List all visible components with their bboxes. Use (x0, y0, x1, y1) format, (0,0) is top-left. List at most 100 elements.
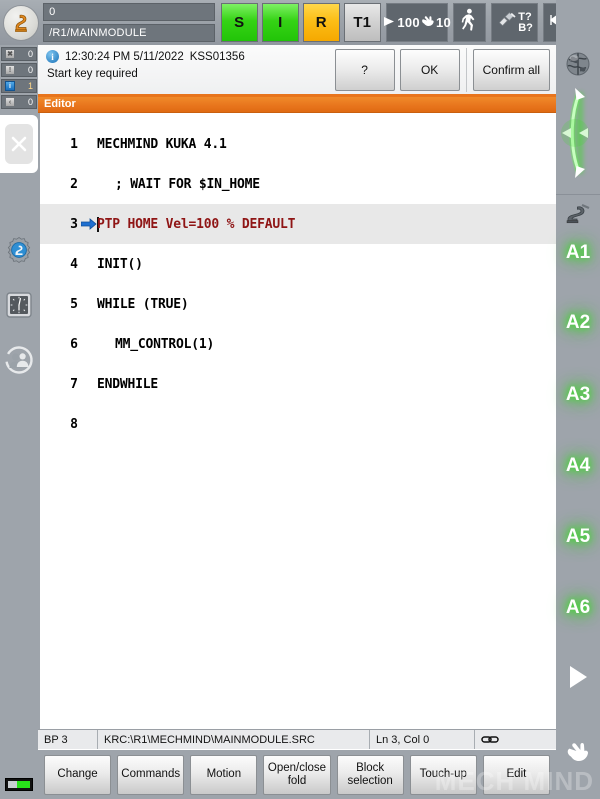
help-button[interactable]: ? (334, 48, 395, 91)
line-number: 7 (70, 376, 78, 392)
axis-a6-label: A6 (565, 597, 591, 618)
right-sidebar: A1 A2 A3 A4 A5 A6 (556, 0, 600, 799)
line-number: 4 (70, 256, 78, 272)
line-number: 8 (70, 416, 78, 432)
axis-a2-label: A2 (565, 312, 591, 333)
notification-count: 0 (27, 97, 33, 107)
left-sidebar: ✖ 0 ! 0 i 1 ‹ 0 (0, 45, 38, 799)
code-line[interactable]: 7 ENDWHILE (40, 364, 556, 404)
message-code: KSS01356 (189, 50, 245, 63)
status-i-button[interactable]: I (261, 3, 299, 42)
message-counter-notification[interactable]: ‹ 0 (1, 95, 37, 109)
axis-a1-label: A1 (565, 242, 591, 263)
code-line[interactable]: 8 (40, 404, 556, 444)
message-counter-info[interactable]: i 1 (1, 79, 37, 93)
message-content[interactable]: i 12:30:24 PM 5/11/2022 KSS01356 Start k… (38, 45, 329, 94)
users-icon (4, 345, 34, 380)
walking-man-icon (461, 8, 477, 37)
robot-settings-button[interactable] (0, 225, 38, 280)
user-group-button[interactable] (0, 335, 38, 390)
axis-a5-label: A5 (565, 526, 591, 547)
jog-hand-button[interactable] (556, 735, 600, 773)
open-close-fold-button[interactable]: Open/close fold (263, 754, 331, 795)
code-line-active[interactable]: 3 PTP HOME Vel=100 % DEFAULT (40, 204, 556, 244)
line-text: ; WAIT FOR $IN_HOME (115, 176, 260, 192)
error-count: 0 (27, 49, 33, 59)
message-counter-error[interactable]: ✖ 0 (1, 47, 37, 61)
button-divider (465, 47, 467, 92)
code-line[interactable]: 2 ; WAIT FOR $IN_HOME (40, 164, 556, 204)
line-text: MM_CONTROL(1) (115, 336, 215, 352)
base-label: B? (518, 21, 533, 34)
message-timestamp: 12:30:24 PM 5/11/2022 (65, 50, 184, 63)
tool-gripper-icon (496, 10, 516, 35)
editor-title: Editor (38, 97, 556, 113)
message-text: Start key required (47, 68, 138, 80)
message-buttons: ? OK Confirm all (329, 45, 556, 94)
jog-override-hand-icon (420, 14, 436, 32)
axis-a3-label: A3 (565, 384, 591, 405)
line-number: 6 (70, 336, 78, 352)
cursor-position-indicator: Ln 3, Col 0 (370, 730, 475, 749)
code-line[interactable]: 5 WHILE (TRUE) (40, 284, 556, 324)
message-counter-warning[interactable]: ! 0 (1, 63, 37, 77)
clock-icon (4, 290, 34, 325)
file-path-indicator: KRC:\R1\MECHMIND\MAINMODULE.SRC (98, 730, 370, 749)
status-r-button[interactable]: R (302, 3, 340, 42)
line-text: ENDWHILE (97, 376, 159, 392)
ok-button[interactable]: OK (399, 48, 460, 91)
motion-button[interactable]: Motion (190, 754, 258, 795)
clock-button[interactable] (0, 280, 38, 335)
block-selection-button[interactable]: Block selection (336, 754, 404, 795)
status-indicator-group: S I R T1 (220, 3, 381, 42)
info-icon: i (5, 81, 15, 91)
close-x-icon (5, 124, 33, 164)
play-button[interactable] (556, 660, 600, 698)
jog-override-value: 10 (435, 15, 451, 30)
confirm-all-button[interactable]: Confirm all (472, 48, 550, 91)
warning-count: 0 (27, 65, 33, 75)
operating-mode-t1-button[interactable]: T1 (343, 3, 381, 42)
chain-link-icon (475, 730, 556, 749)
breakpoint-indicator: BP 3 (38, 730, 98, 749)
kuka-logo-button[interactable] (0, 0, 41, 45)
line-text: INIT() (97, 256, 143, 272)
jog-mode-button[interactable] (452, 3, 487, 42)
status-s-button[interactable]: S (220, 3, 258, 42)
code-line[interactable]: 6 MM_CONTROL(1) (40, 324, 556, 364)
code-line[interactable]: 1 MECHMIND KUKA 4.1 (40, 124, 556, 164)
tool-label: T? (518, 10, 532, 23)
jog-coordinate-panel[interactable] (556, 45, 600, 195)
tool-base-button[interactable]: T? B? (491, 3, 539, 42)
world-coordinates-globe-icon (565, 51, 591, 82)
program-path-field[interactable]: /R1/MAINMODULE (43, 24, 215, 42)
hand-jog-icon (564, 741, 592, 768)
info-count: 1 (27, 81, 33, 91)
line-text: WHILE (TRUE) (97, 296, 189, 312)
line-number: 2 (70, 176, 78, 192)
touch-up-button[interactable]: Touch-up (409, 754, 477, 795)
notification-icon: ‹ (5, 97, 15, 107)
change-button[interactable]: Change (44, 754, 112, 795)
robot-axis-button[interactable] (556, 196, 600, 234)
code-area[interactable]: 1 MECHMIND KUKA 4.1 2 ; WAIT FOR $IN_HOM… (38, 113, 556, 729)
error-icon: ✖ (5, 49, 15, 59)
program-override-play-icon (382, 14, 397, 32)
close-panel-button[interactable] (0, 115, 38, 173)
line-number: 5 (70, 296, 78, 312)
submit-interpreter-field[interactable]: 0 (43, 3, 215, 21)
editor-panel: Editor 1 MECHMIND KUKA 4.1 2 ; WAIT FOR … (38, 97, 556, 750)
module-fields: 0 /R1/MAINMODULE (43, 3, 215, 42)
override-panel[interactable]: 100 10 (384, 3, 451, 42)
message-counter-list: ✖ 0 ! 0 i 1 ‹ 0 (0, 45, 38, 109)
teach-pendant-screen: 0 /R1/MAINMODULE S I R T1 100 10 T? B? ✖… (0, 0, 600, 799)
info-circle-icon: i (46, 50, 59, 63)
commands-button[interactable]: Commands (117, 754, 185, 795)
execution-pointer-arrow-icon (80, 218, 97, 230)
program-override-value: 100 (397, 15, 420, 30)
code-line[interactable]: 4 INIT() (40, 244, 556, 284)
edit-button[interactable]: Edit (482, 754, 550, 795)
robot-axis-icon (564, 201, 592, 230)
warning-icon: ! (5, 65, 15, 75)
kuka-robot-logo-icon (2, 4, 39, 41)
